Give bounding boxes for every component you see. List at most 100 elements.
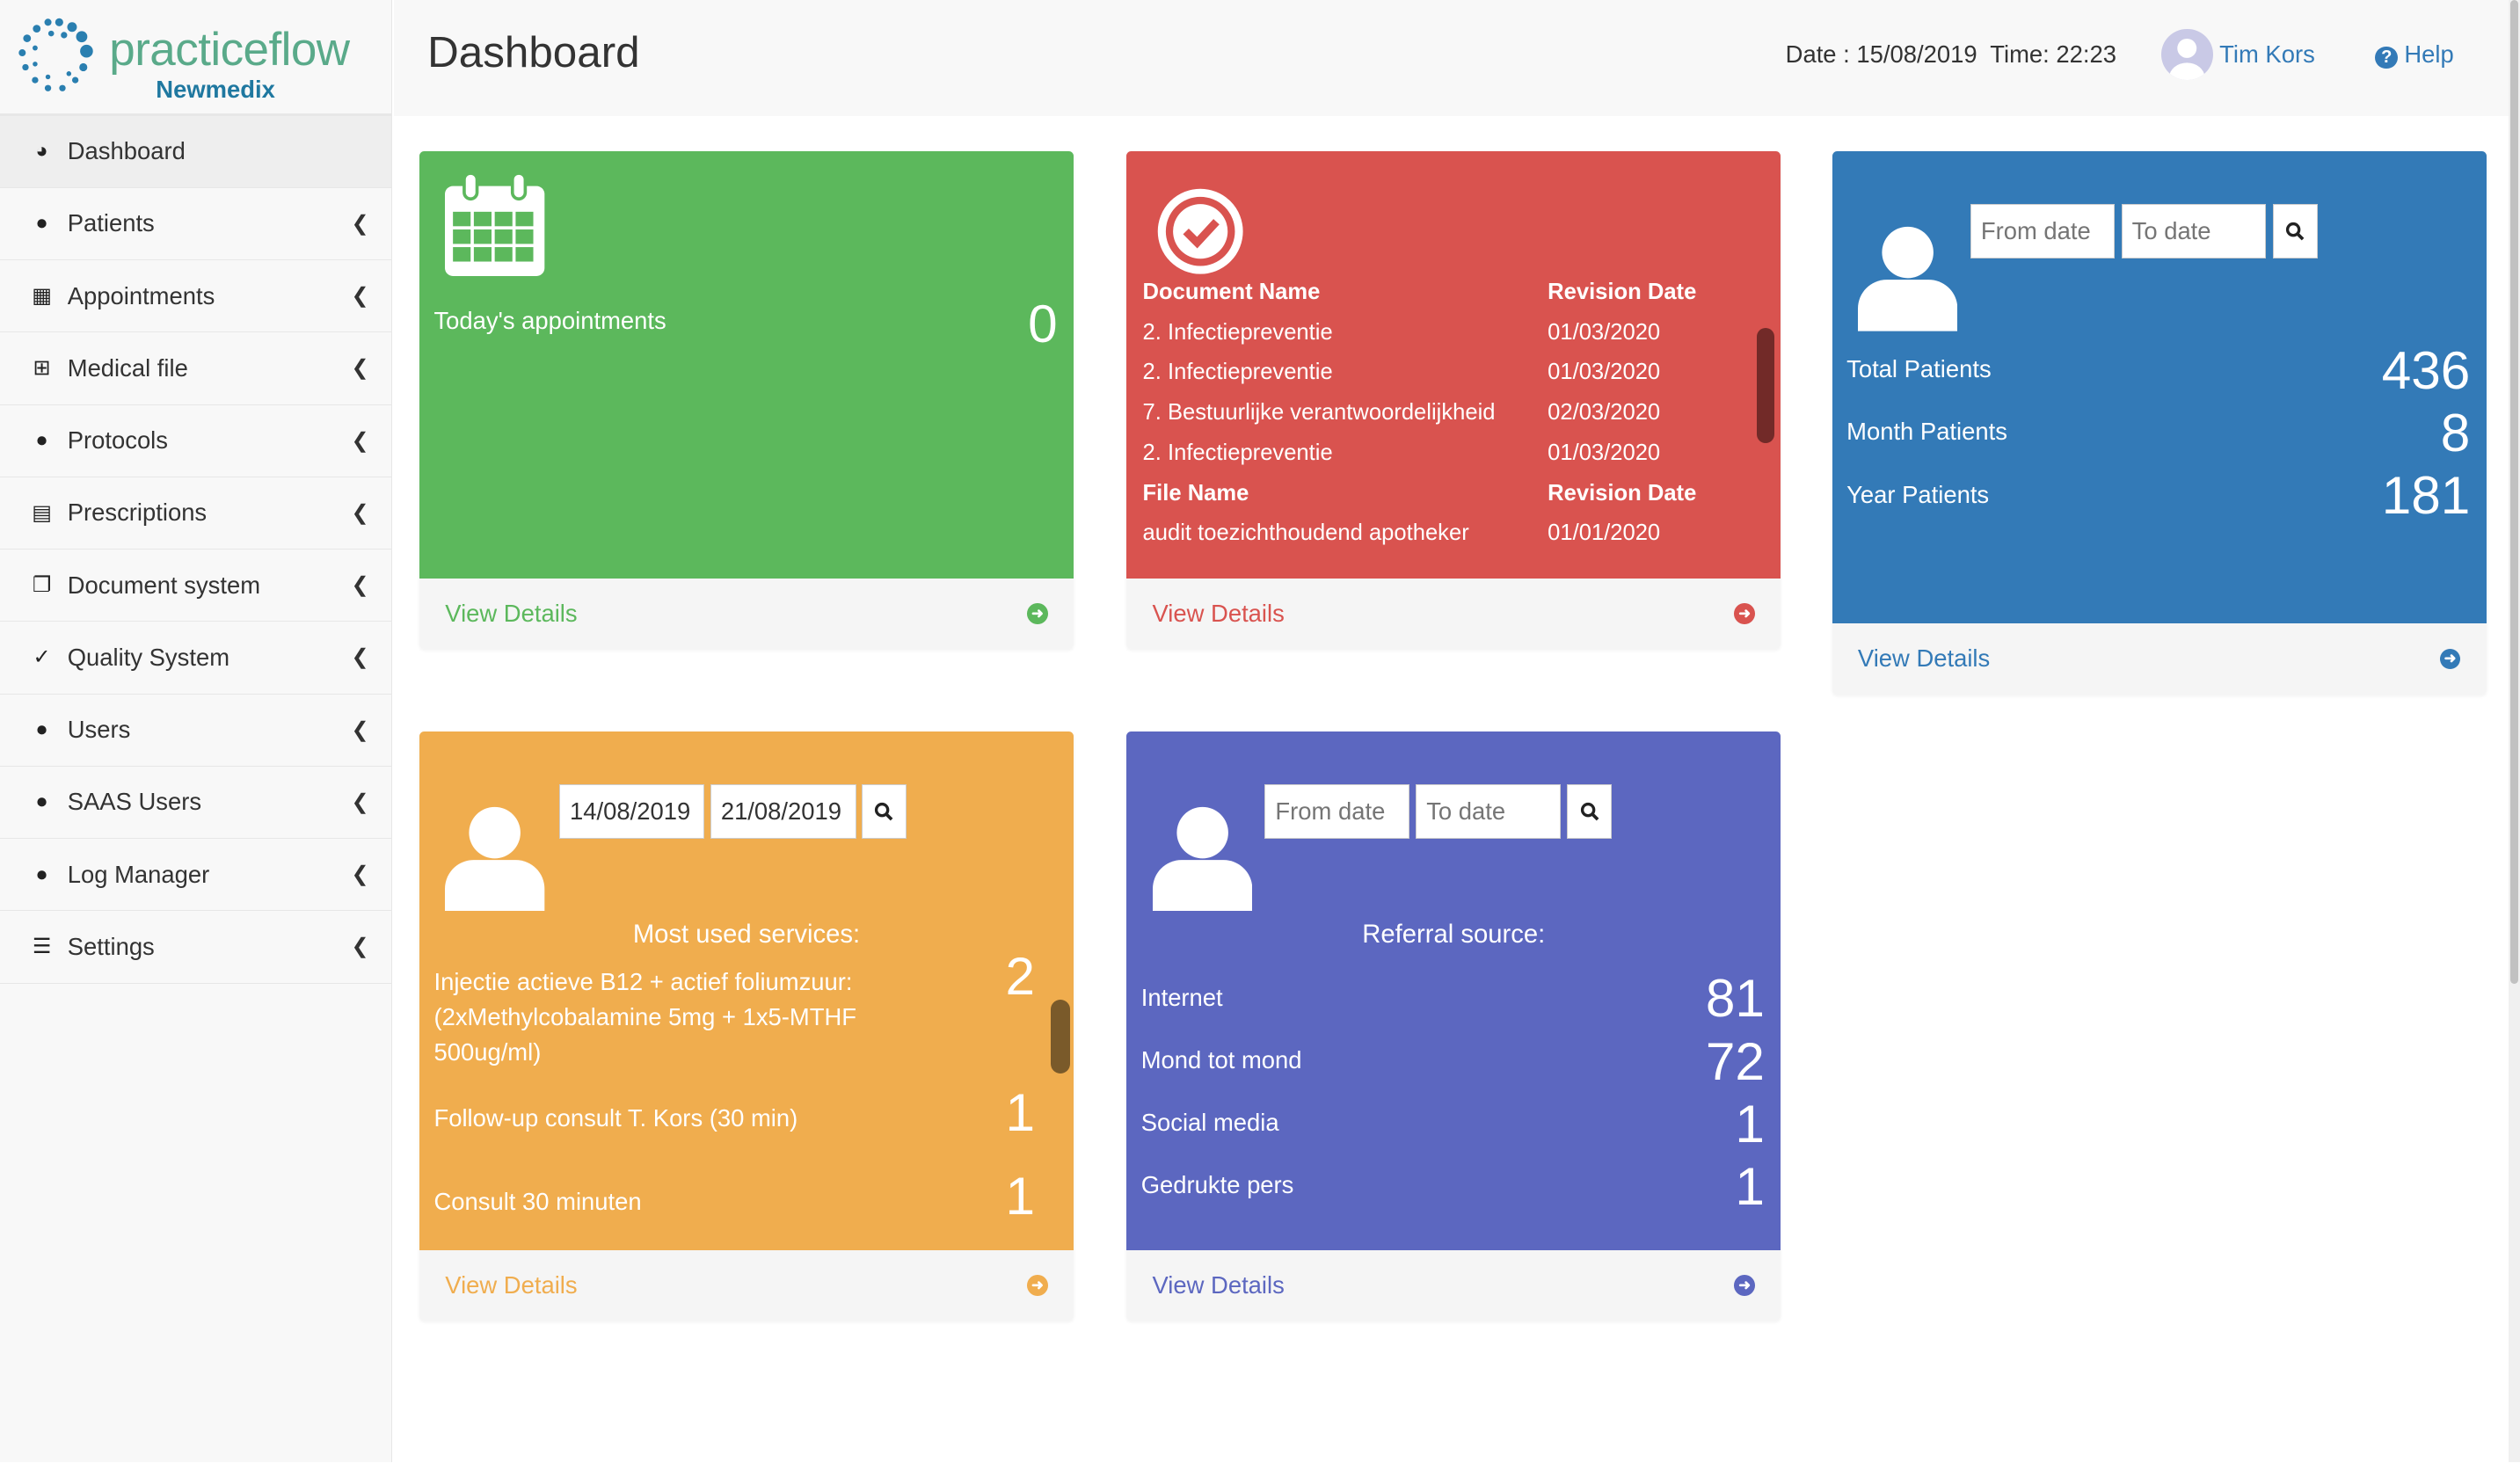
date-cell: 01/01/2020: [1548, 520, 1661, 546]
view-details-label: View Details: [445, 600, 578, 628]
date-time: Date : 15/08/2019 Time: 22:23: [1785, 40, 2116, 68]
sidebar-item-label: Document system: [67, 571, 261, 599]
sidebar-item-prescriptions[interactable]: ▤ Prescriptions ❮: [0, 477, 391, 550]
patients-search-button[interactable]: [2272, 204, 2318, 259]
referral-label: Social media: [1140, 1109, 1279, 1137]
user-menu[interactable]: Tim Kors: [2219, 40, 2315, 69]
table-row: 2. Infectiepreventie 01/03/2020: [1142, 440, 1661, 466]
table-row: 2. Infectiepreventie 01/03/2020: [1142, 319, 1661, 346]
sidebar-item-protocols[interactable]: ● Protocols ❮: [0, 405, 391, 477]
patients-from-date-input[interactable]: [1970, 204, 2116, 259]
sidebar-item-label: Users: [67, 716, 131, 744]
chevron-left-icon: ❮: [351, 935, 369, 959]
referral-count: 72: [1705, 1030, 1765, 1091]
sidebar-item-users[interactable]: ● Users ❮: [0, 695, 391, 767]
chevron-left-icon: ❮: [351, 863, 369, 887]
patient-stat-value: 8: [2440, 402, 2471, 462]
user-icon: ●: [35, 211, 48, 236]
referral-search-button[interactable]: [1567, 783, 1613, 840]
arrow-circle-right-icon: ➜: [1026, 1275, 1048, 1297]
sidebar-item-settings[interactable]: ☰ Settings ❮: [0, 911, 391, 984]
search-icon: [1580, 802, 1599, 821]
referral-view-details[interactable]: View Details ➜: [1126, 1250, 1781, 1321]
sidebar-item-label: SAAS Users: [67, 788, 202, 816]
services-scrollbar[interactable]: [1051, 999, 1071, 1074]
search-icon: [875, 802, 893, 821]
patient-stat-value: 181: [2381, 465, 2471, 526]
referral-card: Referral source: Internet 81 Mond tot mond…: [1126, 731, 1781, 1321]
patients-to-date-input[interactable]: [2121, 204, 2267, 259]
name-cell: 2. Infectiepreventie: [1142, 319, 1333, 345]
patient-stat-value: 436: [2381, 339, 2471, 400]
documents-card: Document Name Revision Date 2. Infectiepre…: [1126, 150, 1781, 650]
table-row: 7. Bestuurlijke verantwoordelijkheid 02/0…: [1143, 400, 1661, 426]
chevron-left-icon: ❮: [351, 284, 369, 309]
medical-file-icon: ⊞: [33, 356, 51, 381]
services-search-button[interactable]: [861, 783, 907, 840]
sidebar-item-saas-users[interactable]: ● SAAS Users ❮: [0, 767, 391, 840]
name-cell: audit toezichthoudend apotheker: [1142, 520, 1469, 546]
table-row: 2. Infectiepreventie 01/03/2020: [1142, 360, 1661, 385]
question-icon: ?: [2375, 46, 2399, 69]
chevron-left-icon: ❮: [351, 428, 369, 453]
chevron-left-icon: ❮: [351, 717, 369, 742]
sidebar-item-label: Settings: [67, 932, 155, 960]
sidebar-item-appointments[interactable]: ▦ Appointments ❮: [0, 260, 391, 333]
services-view-details[interactable]: View Details ➜: [419, 1250, 1074, 1321]
view-details-label: View Details: [1152, 600, 1285, 628]
dashboard-icon: ◕: [35, 139, 48, 164]
chevron-left-icon: ❮: [351, 211, 369, 236]
sidebar-item-log-manager[interactable]: ● Log Manager ❮: [0, 839, 391, 912]
sidebar-item-quality-system[interactable]: ✓ Quality System ❮: [0, 622, 391, 695]
help-link[interactable]: ? Help: [2375, 40, 2454, 69]
arrow-circle-right-icon: ➜: [1734, 1275, 1755, 1297]
service-label: Follow-up consult T. Kors (30 min): [433, 1104, 798, 1132]
arrow-circle-right-icon: ➜: [1734, 603, 1755, 625]
referral-to-date-input[interactable]: [1416, 783, 1561, 840]
user-icon: ●: [35, 790, 48, 814]
service-count: 2: [1005, 945, 1036, 1006]
patients-card: Total Patients 436 Month Patients 8 Year Pat…: [1832, 150, 2487, 695]
sidebar-item-dashboard[interactable]: ◕ Dashboard: [0, 115, 391, 188]
table-header: File Name Revision Date: [1143, 481, 1697, 506]
appointments-label: Today's appointments: [433, 307, 666, 335]
brand-subtitle: Newmedix: [156, 75, 275, 103]
logo[interactable]: practiceflow Newmedix: [0, 0, 391, 116]
date-cell: Revision Date: [1548, 480, 1697, 506]
services-to-date-input[interactable]: [710, 783, 857, 840]
patients-view-details[interactable]: View Details ➜: [1832, 623, 2487, 695]
chevron-left-icon: ❮: [351, 645, 369, 670]
table-row: audit toezichthoudend apotheker 01/01/202…: [1142, 520, 1661, 546]
referral-count: 1: [1735, 1156, 1765, 1217]
avatar[interactable]: [2161, 28, 2213, 81]
documents-view-details[interactable]: View Details ➜: [1126, 579, 1781, 650]
appointments-count: 0: [1028, 293, 1058, 353]
service-count: 1: [1005, 1082, 1036, 1143]
logo-dots-icon: [18, 18, 93, 92]
check-circle-icon: ✓: [33, 645, 51, 670]
sidebar-item-medical-file[interactable]: ⊞ Medical file ❮: [0, 332, 391, 405]
appointments-view-details[interactable]: View Details ➜: [419, 579, 1074, 650]
services-from-date-input[interactable]: [559, 783, 704, 840]
user-icon: [1857, 226, 1958, 331]
sidebar-item-label: Quality System: [67, 643, 230, 671]
sidebar-item-patients[interactable]: ● Patients ❮: [0, 188, 391, 261]
sidebar: practiceflow Newmedix ◕ Dashboard ● Patient…: [0, 0, 392, 1463]
referral-label: Mond tot mond: [1140, 1045, 1302, 1074]
date-cell: 01/03/2020: [1548, 360, 1661, 385]
sidebar-item-document-system[interactable]: ❐ Document system ❮: [0, 550, 391, 622]
name-cell: 2. Infectiepreventie: [1142, 360, 1333, 385]
sidebar-item-label: Appointments: [67, 281, 215, 309]
chevron-left-icon: ❮: [351, 500, 369, 525]
referral-count: 1: [1735, 1093, 1765, 1154]
name-cell: 2. Infectiepreventie: [1142, 440, 1333, 465]
sidebar-item-label: Medical file: [67, 353, 188, 382]
sidebar-item-label: Log Manager: [67, 860, 210, 888]
page-scrollbar[interactable]: [2509, 0, 2520, 1463]
chevron-left-icon: ❮: [351, 790, 369, 814]
documents-scrollbar[interactable]: [1756, 327, 1774, 444]
referral-from-date-input[interactable]: [1264, 783, 1409, 840]
name-cell: Document Name: [1142, 280, 1321, 305]
patient-stat-label: Year Patients: [1846, 480, 1990, 508]
page-title: Dashboard: [427, 28, 640, 77]
